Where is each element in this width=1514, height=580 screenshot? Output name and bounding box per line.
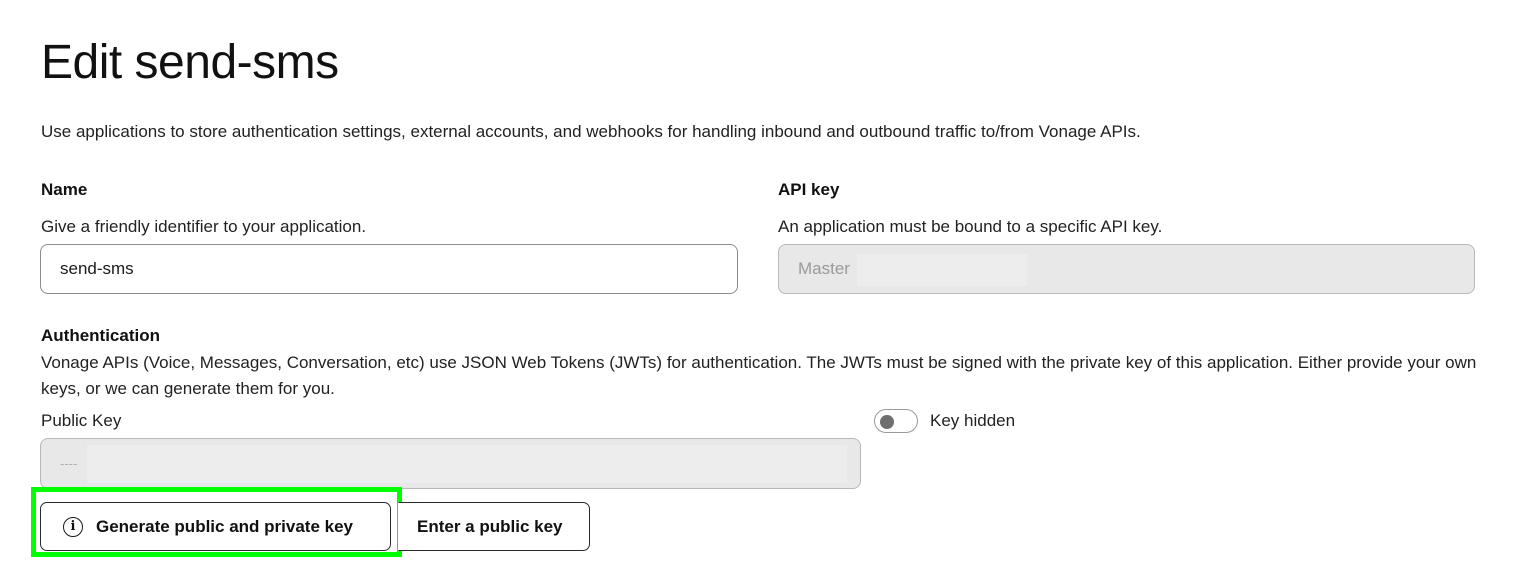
redacted-key-region (87, 445, 847, 483)
redacted-region (857, 254, 1027, 286)
page-description: Use applications to store authentication… (41, 122, 1141, 141)
api-key-help: An application must be bound to a specif… (778, 217, 1163, 236)
authentication-label: Authentication (41, 326, 160, 345)
authentication-description: Vonage APIs (Voice, Messages, Conversati… (41, 353, 1477, 398)
api-key-value: Master (798, 259, 850, 278)
name-help: Give a friendly identifier to your appli… (41, 217, 367, 236)
toggle-knob (880, 415, 894, 429)
public-key-value: ---- (60, 456, 78, 471)
name-input-value: send-sms (60, 259, 134, 278)
api-key-select[interactable]: Master (778, 244, 1475, 294)
public-key-label: Public Key (41, 411, 122, 430)
page-title: Edit send-sms (41, 36, 339, 89)
key-hidden-toggle[interactable] (874, 409, 918, 433)
key-hidden-label: Key hidden (930, 411, 1016, 430)
public-key-textarea[interactable]: ---- (40, 438, 861, 489)
enter-public-key-label: Enter a public key (417, 516, 563, 536)
generate-keys-button[interactable]: i Generate public and private key (40, 502, 391, 551)
api-key-label: API key (778, 180, 840, 199)
name-label: Name (41, 180, 88, 199)
enter-public-key-button[interactable]: Enter a public key (398, 502, 590, 551)
generate-keys-label: Generate public and private key (96, 516, 353, 536)
name-input[interactable]: send-sms (40, 244, 738, 294)
info-icon: i (63, 516, 83, 537)
